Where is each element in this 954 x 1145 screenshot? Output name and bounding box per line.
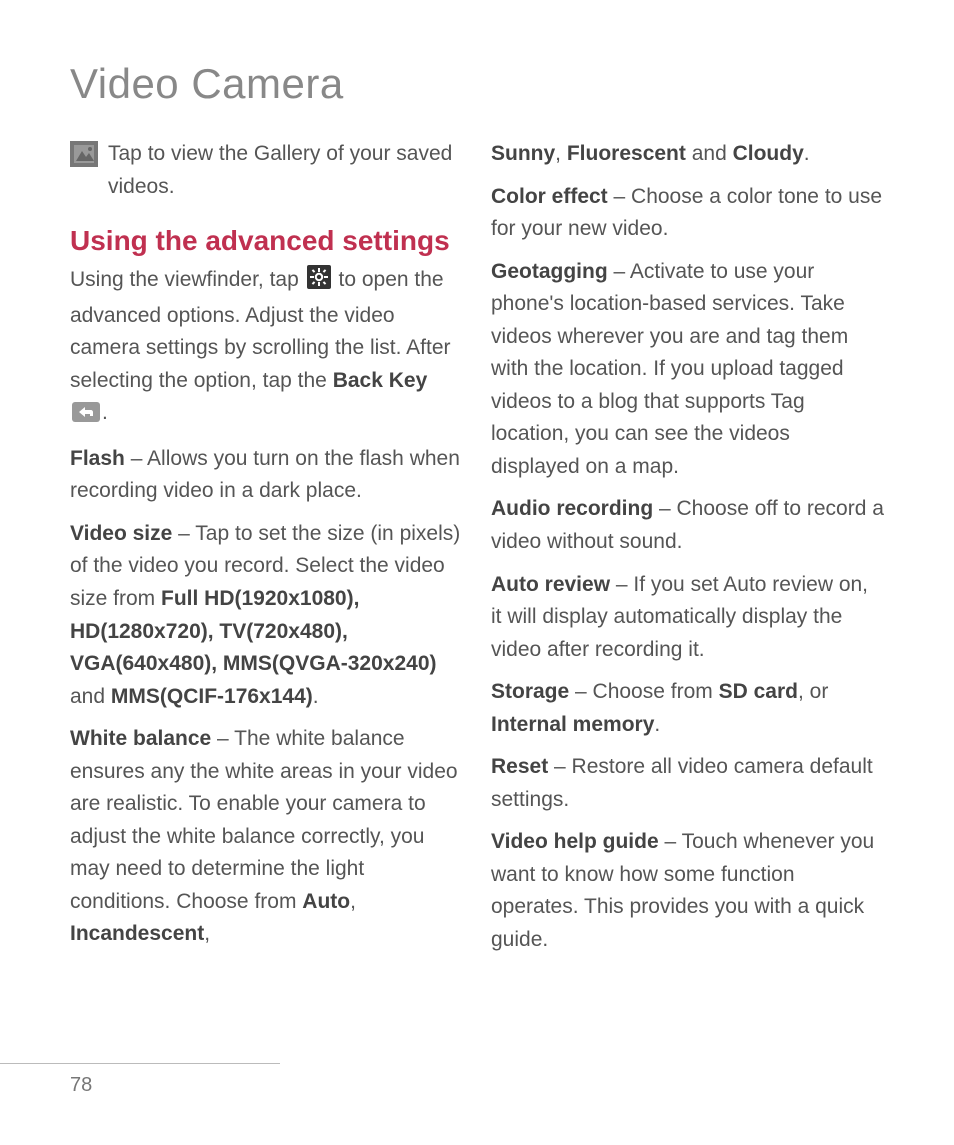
wb-auto: Auto: [302, 890, 350, 913]
geotagging-paragraph: Geotagging – Activate to use your phone'…: [491, 256, 884, 484]
audio-recording-label: Audio recording: [491, 497, 653, 520]
gear-icon: [307, 265, 331, 300]
back-key-label: Back Key: [333, 369, 428, 392]
text: .: [102, 401, 108, 424]
geotagging-label: Geotagging: [491, 260, 608, 283]
white-balance-paragraph: White balance – The white balance ensure…: [70, 723, 463, 951]
intro-paragraph: Using the viewfinder, tap: [70, 264, 463, 433]
color-effect-paragraph: Color effect – Choose a color tone to us…: [491, 181, 884, 246]
auto-review-label: Auto review: [491, 573, 610, 596]
page-number: 78: [70, 1074, 92, 1096]
text: ,: [204, 922, 210, 945]
reset-paragraph: Reset – Restore all video camera default…: [491, 751, 884, 816]
video-size-label: Video size: [70, 522, 172, 545]
reset-label: Reset: [491, 755, 548, 778]
video-size-paragraph: Video size – Tap to set the size (in pix…: [70, 518, 463, 713]
white-balance-label: White balance: [70, 727, 211, 750]
storage-internal: Internal memory: [491, 713, 654, 736]
auto-review-paragraph: Auto review – If you set Auto review on,…: [491, 569, 884, 667]
text: , or: [798, 680, 828, 703]
two-column-layout: Tap to view the Gallery of your saved vi…: [70, 138, 884, 967]
text: .: [804, 142, 810, 165]
text: and: [686, 142, 733, 165]
gallery-icon: [70, 141, 98, 178]
text: Using the viewfinder, tap: [70, 268, 305, 291]
wb-sunny: Sunny: [491, 142, 555, 165]
gallery-row: Tap to view the Gallery of your saved vi…: [70, 138, 463, 203]
section-heading: Using the advanced settings: [70, 223, 463, 258]
audio-recording-paragraph: Audio recording – Choose off to record a…: [491, 493, 884, 558]
text: – Restore all video camera default setti…: [491, 755, 873, 811]
text: – Choose from: [569, 680, 718, 703]
white-balance-cont: Sunny, Fluorescent and Cloudy.: [491, 138, 884, 171]
page-title: Video Camera: [70, 60, 884, 108]
text: .: [654, 713, 660, 736]
text: – Activate to use your phone's location-…: [491, 260, 848, 478]
gallery-text: Tap to view the Gallery of your saved vi…: [108, 138, 463, 203]
text: ,: [350, 890, 356, 913]
text: – Allows you turn on the flash when reco…: [70, 447, 460, 503]
color-effect-label: Color effect: [491, 185, 608, 208]
text: and: [70, 685, 111, 708]
storage-sd: SD card: [719, 680, 798, 703]
wb-incandescent: Incandescent: [70, 922, 204, 945]
back-key-icon: [72, 400, 100, 433]
text: – The white balance ensures any the whit…: [70, 727, 458, 913]
storage-paragraph: Storage – Choose from SD card, or Intern…: [491, 676, 884, 741]
wb-fluorescent: Fluorescent: [567, 142, 686, 165]
help-guide-paragraph: Video help guide – Touch whenever you wa…: [491, 826, 884, 956]
video-size-last: MMS(QCIF-176x144): [111, 685, 313, 708]
left-column: Tap to view the Gallery of your saved vi…: [70, 138, 463, 967]
wb-cloudy: Cloudy: [733, 142, 804, 165]
help-guide-label: Video help guide: [491, 830, 659, 853]
manual-page: Video Camera Tap to view the Gallery of …: [0, 0, 954, 1145]
text: ,: [555, 142, 567, 165]
text: .: [313, 685, 319, 708]
page-footer: 78: [0, 1063, 280, 1097]
storage-label: Storage: [491, 680, 569, 703]
right-column: Sunny, Fluorescent and Cloudy. Color eff…: [491, 138, 884, 967]
flash-paragraph: Flash – Allows you turn on the flash whe…: [70, 443, 463, 508]
flash-label: Flash: [70, 447, 125, 470]
